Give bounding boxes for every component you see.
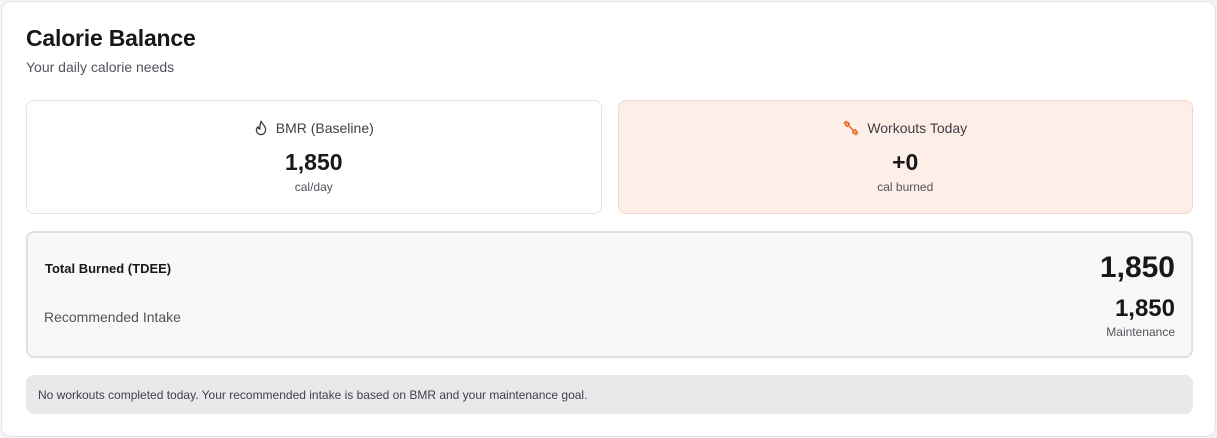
tdee-summary: Total Burned (TDEE) 1,850 Recommended In… (26, 231, 1193, 358)
intake-label: Recommended Intake (44, 309, 181, 325)
bmr-unit: cal/day (294, 180, 333, 194)
calorie-balance-card: Calorie Balance Your daily calorie needs… (1, 1, 1216, 437)
bmr-stat: BMR (Baseline) 1,850 cal/day (26, 100, 602, 214)
workouts-unit: cal burned (877, 180, 934, 194)
intake-right: 1,850 Maintenance (1106, 295, 1175, 339)
info-note: No workouts completed today. Your recomm… (26, 375, 1193, 414)
bmr-label: BMR (Baseline) (275, 120, 374, 136)
tdee-row: Total Burned (TDEE) 1,850 (45, 249, 1175, 287)
workouts-label-row: Workouts Today (843, 119, 967, 137)
flame-icon (254, 120, 268, 136)
bmr-label-row: BMR (Baseline) (254, 119, 374, 137)
intake-value: 1,850 (1114, 295, 1175, 322)
bmr-value: 1,850 (284, 149, 343, 175)
workouts-stat: Workouts Today +0 cal burned (617, 100, 1193, 214)
card-subtitle: Your daily calorie needs (26, 59, 175, 75)
intake-note: Maintenance (1106, 325, 1175, 339)
card-header: Calorie Balance Your daily calorie needs (26, 24, 196, 76)
card-title: Calorie Balance (26, 25, 196, 51)
tdee-value: 1,850 (1099, 251, 1175, 284)
stat-row: BMR (Baseline) 1,850 cal/day Workouts To… (26, 100, 1193, 214)
workouts-value: +0 (892, 149, 919, 175)
dumbbell-icon (843, 120, 859, 136)
intake-row: Recommended Intake 1,850 Maintenance (44, 295, 1175, 339)
info-note-text: No workouts completed today. Your recomm… (38, 387, 588, 402)
workouts-label: Workouts Today (867, 120, 968, 136)
tdee-label: Total Burned (TDEE) (45, 260, 172, 276)
